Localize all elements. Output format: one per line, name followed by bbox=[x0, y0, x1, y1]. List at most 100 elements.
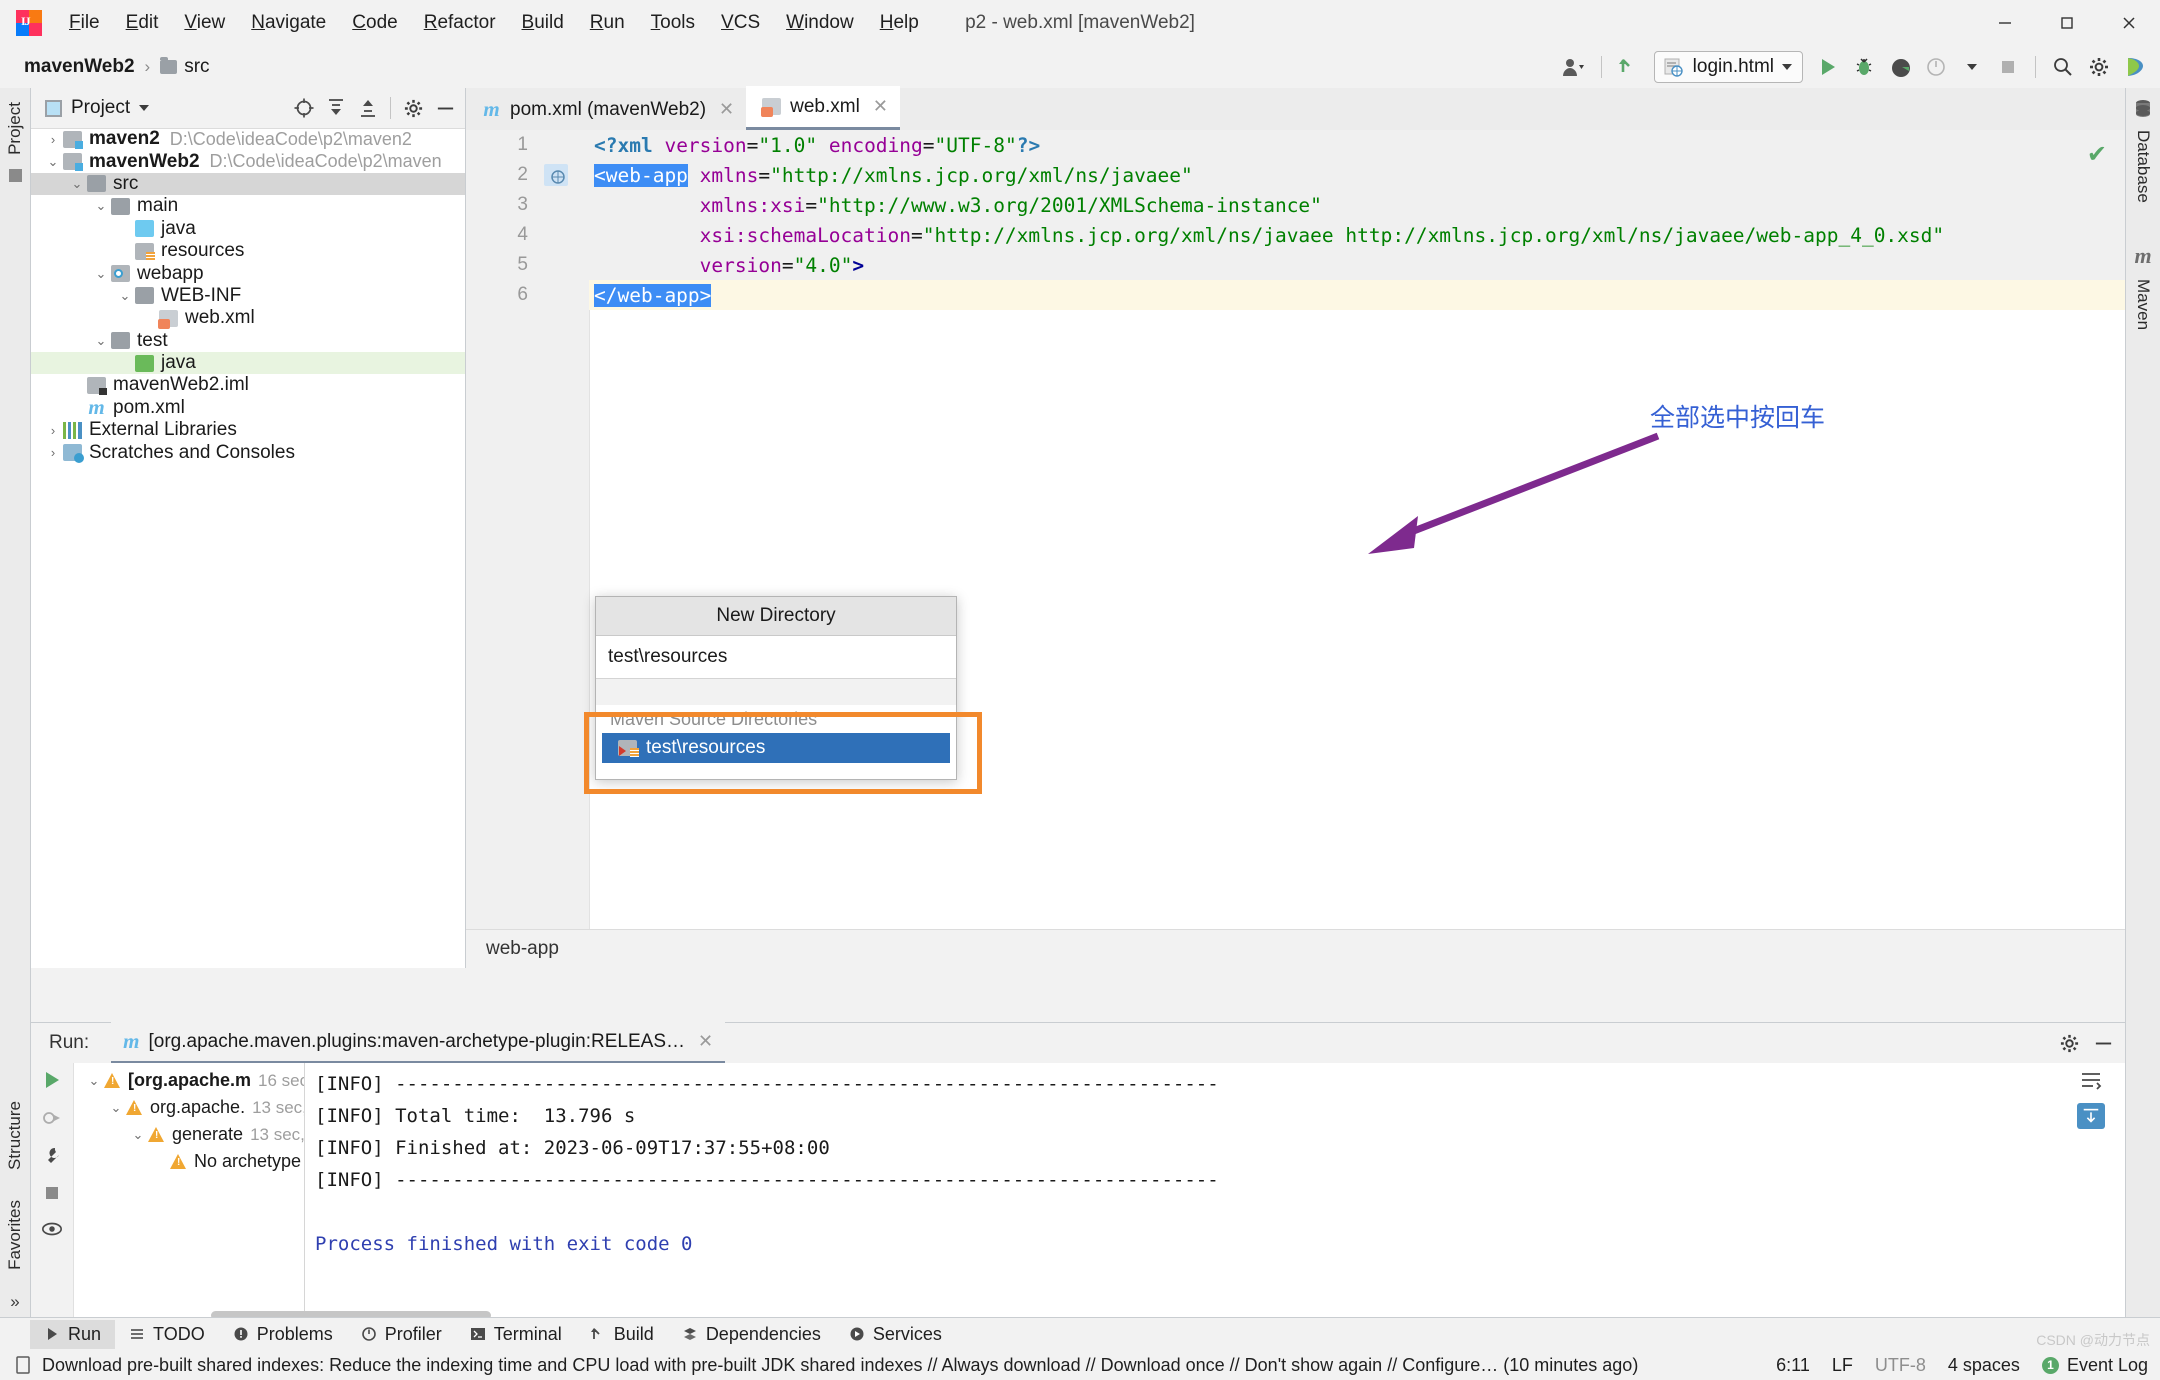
tree-node-java[interactable]: java bbox=[31, 218, 465, 240]
tree-node-webapp[interactable]: ⌄ webapp bbox=[31, 262, 465, 284]
run-tree-node[interactable]: No archetype found bbox=[74, 1148, 304, 1175]
code-line[interactable]: 1 <?xml version="1.0" encoding="UTF-8"?> bbox=[466, 130, 2125, 160]
scroll-from-source-icon[interactable] bbox=[290, 94, 318, 122]
code-line[interactable]: 5 version="4.0"> bbox=[466, 250, 2125, 280]
event-log-button[interactable]: 1 Event Log bbox=[2041, 1355, 2148, 1376]
tree-node-web-inf[interactable]: ⌄ WEB-INF bbox=[31, 285, 465, 307]
breadcrumb-project[interactable]: mavenWeb2 bbox=[18, 54, 141, 80]
chevron-right-icon[interactable]: › bbox=[43, 445, 63, 460]
settings-gear-icon[interactable] bbox=[2055, 1029, 2083, 1057]
menu-item-code[interactable]: Code bbox=[339, 7, 410, 39]
chevron-right-icon[interactable]: › bbox=[43, 132, 63, 147]
menu-item-edit[interactable]: Edit bbox=[113, 7, 172, 39]
menu-item-help[interactable]: Help bbox=[867, 7, 932, 39]
search-icon[interactable] bbox=[2046, 50, 2080, 84]
menu-item-tools[interactable]: Tools bbox=[638, 7, 708, 39]
scroll-to-end-icon[interactable] bbox=[2077, 1103, 2105, 1129]
new-directory-input[interactable]: test\resources bbox=[596, 636, 956, 678]
tree-node-test[interactable]: ⌄ test bbox=[31, 330, 465, 352]
code-line[interactable]: 2 <web-app xmlns="http://xmlns.jcp.org/xm… bbox=[466, 160, 2125, 190]
run-with-coverage-button[interactable] bbox=[1883, 50, 1917, 84]
breadcrumb-src[interactable]: src bbox=[154, 54, 215, 80]
line-separator[interactable]: LF bbox=[1832, 1355, 1853, 1376]
run-execution-tree[interactable]: ⌄[org.apache.m16 sec, 270 ms⌄org.apache.… bbox=[74, 1063, 305, 1323]
project-panel-title[interactable]: Project bbox=[39, 97, 150, 119]
chevron-down-icon[interactable]: ⌄ bbox=[91, 198, 111, 214]
tool-strip-project[interactable]: Project bbox=[5, 94, 25, 163]
hide-panel-icon[interactable] bbox=[431, 94, 459, 122]
run-console-output[interactable]: [INFO] ---------------------------------… bbox=[305, 1063, 2125, 1323]
build-wrench-icon[interactable] bbox=[41, 1145, 63, 1167]
menu-item-vcs[interactable]: VCS bbox=[708, 7, 773, 39]
run-tree-node[interactable]: ⌄ org.apache. 13 sec, 547 ms bbox=[74, 1094, 304, 1121]
toggle-view-icon[interactable] bbox=[41, 1219, 63, 1239]
tool-window-dependencies[interactable]: Dependencies bbox=[668, 1320, 835, 1349]
collapse-all-icon[interactable] bbox=[354, 94, 382, 122]
xml-schema-gutter-icon[interactable] bbox=[544, 164, 568, 186]
tool-window-todo[interactable]: TODO bbox=[115, 1320, 219, 1349]
tool-strip-favorites[interactable]: Favorites bbox=[5, 1192, 25, 1278]
code-lines[interactable]: 1 <?xml version="1.0" encoding="UTF-8"?> 2… bbox=[466, 130, 2125, 930]
hide-panel-icon[interactable] bbox=[2089, 1029, 2117, 1057]
run-tree-node[interactable]: ⌄ [org.apache.m 16 sec, 270 ms bbox=[74, 1067, 304, 1094]
expand-all-icon[interactable] bbox=[322, 94, 350, 122]
chevron-down-icon[interactable]: ⌄ bbox=[43, 154, 63, 170]
soft-wrap-icon[interactable] bbox=[2079, 1069, 2103, 1091]
user-account-icon[interactable] bbox=[1557, 50, 1591, 84]
tree-node-maven2[interactable]: › maven2 D:\Code\ideaCode\p2\maven2 bbox=[31, 128, 465, 150]
caret-position[interactable]: 6:11 bbox=[1776, 1355, 1810, 1376]
tree-node-external-libraries[interactable]: › External Libraries bbox=[31, 419, 465, 441]
menu-item-view[interactable]: View bbox=[171, 7, 238, 39]
tool-strip-database[interactable]: Database bbox=[2133, 130, 2153, 203]
run-tree-node[interactable]: ⌄ generate 13 sec, 531 ms bbox=[74, 1121, 304, 1148]
settings-gear-icon[interactable] bbox=[399, 94, 427, 122]
tree-node-mavenweb2[interactable]: ⌄ mavenWeb2 D:\Code\ideaCode\p2\maven bbox=[31, 150, 465, 172]
menu-item-refactor[interactable]: Refactor bbox=[411, 7, 509, 39]
close-button[interactable] bbox=[2098, 0, 2160, 46]
tree-node-web-xml[interactable]: web.xml bbox=[31, 307, 465, 329]
tool-window-profiler[interactable]: Profiler bbox=[347, 1320, 456, 1349]
run-configuration-selector[interactable]: login.html bbox=[1653, 51, 1803, 83]
tree-node-resources[interactable]: resources bbox=[31, 240, 465, 262]
update-project-icon[interactable] bbox=[1612, 50, 1646, 84]
maximize-button[interactable] bbox=[2036, 0, 2098, 46]
settings-gear-icon[interactable] bbox=[2082, 50, 2116, 84]
code-line[interactable]: 6 </web-app> bbox=[466, 280, 2125, 310]
close-icon[interactable]: ✕ bbox=[698, 1031, 713, 1052]
indent-setting[interactable]: 4 spaces bbox=[1948, 1355, 2020, 1376]
code-editor[interactable]: 1 <?xml version="1.0" encoding="UTF-8"?> 2… bbox=[466, 130, 2125, 930]
tool-strip-structure[interactable]: Structure bbox=[5, 1093, 25, 1178]
code-line[interactable]: 3 xmlns:xsi="http://www.w3.org/2001/XMLS… bbox=[466, 190, 2125, 220]
status-message[interactable]: Download pre-built shared indexes: Reduc… bbox=[42, 1355, 1638, 1376]
tool-window-services[interactable]: Services bbox=[835, 1320, 956, 1349]
menu-item-run[interactable]: Run bbox=[577, 7, 638, 39]
file-encoding[interactable]: UTF-8 bbox=[1875, 1355, 1926, 1376]
tool-strip-more[interactable]: » bbox=[10, 1292, 19, 1312]
rerun-button[interactable] bbox=[41, 1069, 63, 1091]
project-tree[interactable]: › maven2 D:\Code\ideaCode\p2\maven2 ⌄ mavenW… bbox=[31, 128, 465, 968]
editor-tab-web-xml[interactable]: web.xml ✕ bbox=[746, 86, 900, 130]
minimize-button[interactable] bbox=[1974, 0, 2036, 46]
menu-item-file[interactable]: File bbox=[56, 7, 113, 39]
chevron-down-icon[interactable]: ⌄ bbox=[67, 176, 87, 192]
tree-node-src[interactable]: ⌄ src bbox=[31, 172, 465, 196]
tree-node-main[interactable]: ⌄ main bbox=[31, 195, 465, 217]
chevron-down-icon[interactable]: ⌄ bbox=[106, 1100, 126, 1116]
chevron-down-icon[interactable]: ⌄ bbox=[84, 1073, 104, 1089]
chevron-right-icon[interactable]: › bbox=[43, 423, 63, 438]
debug-rerun-button[interactable] bbox=[41, 1107, 63, 1129]
tool-window-run[interactable]: Run bbox=[30, 1319, 116, 1349]
new-directory-dialog[interactable]: New Directory test\resources Maven Sourc… bbox=[595, 596, 957, 780]
editor-tab-pom-xml[interactable]: m pom.xml (mavenWeb2) ✕ bbox=[466, 89, 746, 130]
ide-assistant-icon[interactable] bbox=[2118, 50, 2152, 84]
chevron-down-icon[interactable]: ⌄ bbox=[128, 1127, 148, 1143]
run-panel-tab[interactable]: m [org.apache.maven.plugins:maven-archet… bbox=[111, 1022, 726, 1064]
tool-window-terminal[interactable]: Terminal bbox=[456, 1320, 576, 1349]
menu-item-window[interactable]: Window bbox=[773, 7, 867, 39]
stop-button[interactable] bbox=[42, 1183, 62, 1203]
tree-node-mavenweb2-iml[interactable]: mavenWeb2.iml bbox=[31, 374, 465, 396]
code-line[interactable]: 4 xsi:schemaLocation="http://xmlns.jcp.o… bbox=[466, 220, 2125, 250]
tool-window-build[interactable]: Build bbox=[576, 1320, 668, 1349]
new-directory-suggestion-item[interactable]: test\resources bbox=[602, 733, 950, 763]
inspection-status-icon[interactable]: ✔ bbox=[2087, 140, 2107, 169]
